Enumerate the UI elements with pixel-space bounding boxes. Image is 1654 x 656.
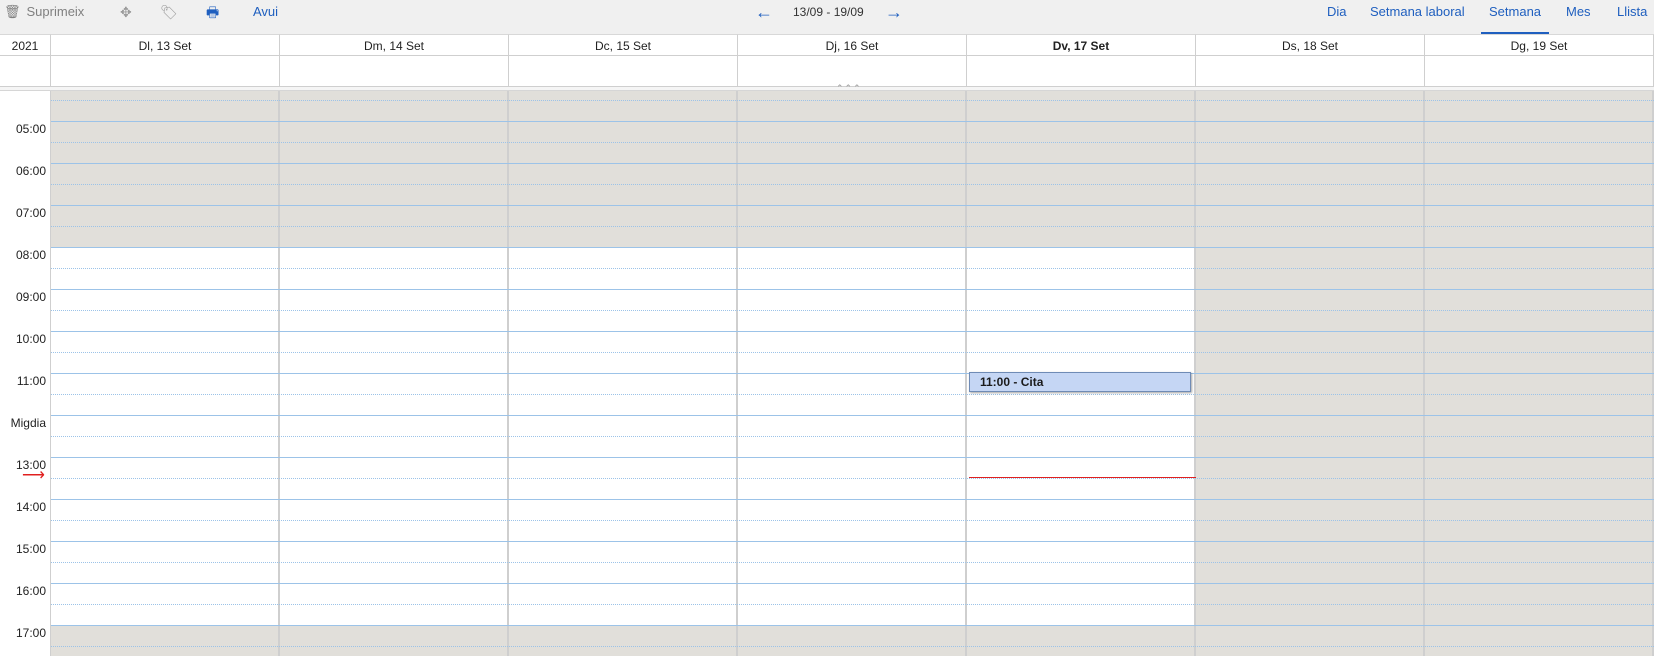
- half-hour-line: [51, 646, 1654, 647]
- view-tab-day[interactable]: Dia: [1327, 0, 1347, 24]
- allday-cell[interactable]: [280, 56, 509, 86]
- time-label: 17:00: [15, 626, 46, 640]
- delete-label: Suprimeix: [26, 4, 85, 19]
- view-tab-list[interactable]: Llista: [1617, 0, 1647, 24]
- time-label: Migdia: [10, 416, 46, 430]
- trash-icon: 🗑: [4, 4, 21, 19]
- arrow-left-icon[interactable]: ←: [755, 0, 773, 24]
- time-label: 10:00: [15, 332, 46, 346]
- print-icon[interactable]: 🖶: [206, 2, 219, 22]
- day-header-thu[interactable]: Dj, 16 Set: [738, 34, 967, 56]
- hour-line: [51, 373, 1654, 374]
- hour-line: [51, 121, 1654, 122]
- day-header-tue[interactable]: Dm, 14 Set: [280, 34, 509, 56]
- current-time-arrow-icon: ⟶: [22, 467, 45, 484]
- hour-line: [51, 625, 1654, 626]
- time-label: 06:00: [15, 164, 46, 178]
- arrow-right-icon[interactable]: →: [885, 0, 903, 24]
- hour-line: [51, 247, 1654, 248]
- day-header-wed[interactable]: Dc, 15 Set: [509, 34, 738, 56]
- half-hour-line: [51, 310, 1654, 311]
- half-hour-line: [51, 142, 1654, 143]
- time-label: 09:00: [15, 290, 46, 304]
- half-hour-line: [51, 226, 1654, 227]
- half-hour-line: [51, 520, 1654, 521]
- allday-cell[interactable]: [967, 56, 1196, 86]
- hour-line: [51, 163, 1654, 164]
- hour-line: [51, 289, 1654, 290]
- day-header-sat[interactable]: Ds, 18 Set: [1196, 34, 1425, 56]
- hour-line: [51, 583, 1654, 584]
- current-time-line: [969, 477, 1196, 478]
- tag-icon[interactable]: 🏷: [160, 2, 178, 22]
- time-label: 15:00: [15, 542, 46, 556]
- allday-cell[interactable]: [1425, 56, 1654, 86]
- toolbar: 🗑 Suprimeix ✥ 🏷 🖶 Avui ← 13/09 - 19/09 →…: [0, 0, 1654, 34]
- half-hour-line: [51, 100, 1654, 101]
- week-grid: 05:00 06:00 07:00 08:00 09:00 10:00 11:0…: [0, 91, 1654, 656]
- half-hour-line: [51, 436, 1654, 437]
- hour-line: [51, 331, 1654, 332]
- view-tab-month[interactable]: Mes: [1566, 0, 1591, 24]
- day-header-mon[interactable]: Dl, 13 Set: [51, 34, 280, 56]
- half-hour-line: [51, 562, 1654, 563]
- allday-cell[interactable]: [51, 56, 280, 86]
- hour-line: [51, 541, 1654, 542]
- allday-cell[interactable]: [509, 56, 738, 86]
- day-header-fri[interactable]: Dv, 17 Set: [967, 34, 1196, 56]
- time-label: 05:00: [15, 122, 46, 136]
- half-hour-line: [51, 184, 1654, 185]
- view-tab-week[interactable]: Setmana: [1480, 0, 1550, 34]
- hour-line: [51, 499, 1654, 500]
- half-hour-line: [51, 478, 1654, 479]
- hour-line: [51, 205, 1654, 206]
- allday-cell[interactable]: [1196, 56, 1425, 86]
- hour-line: [51, 457, 1654, 458]
- time-label: 16:00: [15, 584, 46, 598]
- day-header-sun[interactable]: Dg, 19 Set: [1425, 34, 1654, 56]
- time-label: 11:00: [16, 374, 46, 388]
- time-gutter: 05:00 06:00 07:00 08:00 09:00 10:00 11:0…: [0, 91, 51, 656]
- view-tab-work-week[interactable]: Setmana laboral: [1370, 0, 1465, 24]
- year-label: 2021: [0, 34, 51, 56]
- half-hour-line: [51, 394, 1654, 395]
- allday-gutter: [0, 56, 51, 86]
- half-hour-line: [51, 604, 1654, 605]
- allday-cell[interactable]: [738, 56, 967, 86]
- time-label: 07:00: [15, 206, 46, 220]
- hour-line: [51, 415, 1654, 416]
- event-cita[interactable]: 11:00 - Cita: [969, 372, 1191, 392]
- move-icon[interactable]: ✥: [120, 2, 132, 22]
- today-button[interactable]: Avui: [253, 0, 278, 24]
- half-hour-line: [51, 268, 1654, 269]
- time-label: 14:00: [15, 500, 46, 514]
- time-label: 08:00: [15, 248, 46, 262]
- delete-button[interactable]: 🗑 Suprimeix: [4, 0, 84, 24]
- half-hour-line: [51, 352, 1654, 353]
